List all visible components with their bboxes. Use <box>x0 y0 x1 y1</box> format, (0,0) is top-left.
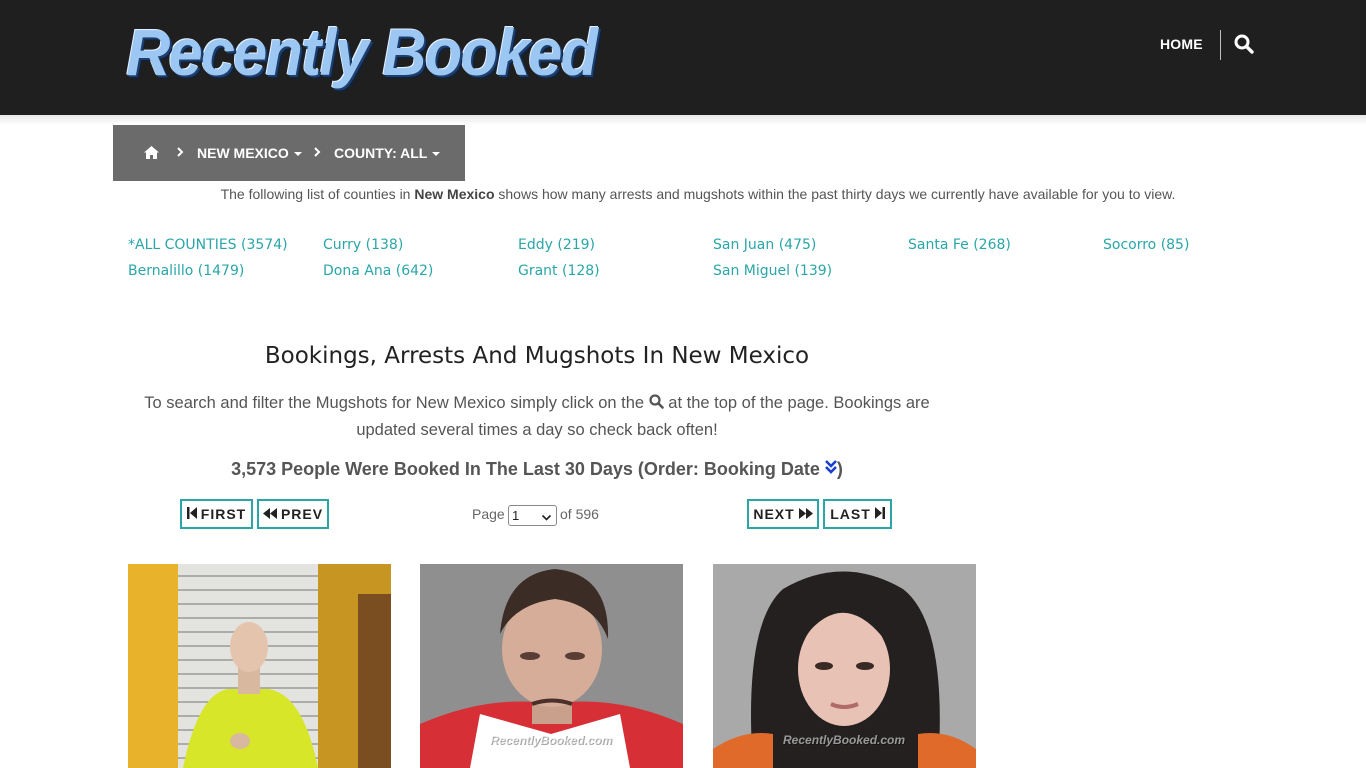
search-instructions: To search and filter the Mugshots for Ne… <box>128 390 946 443</box>
chevron-right-icon <box>313 145 321 162</box>
site-logo[interactable]: Recently Booked <box>126 14 598 90</box>
page-label: Page <box>472 506 505 522</box>
county-link-san-miguel[interactable]: San Miguel (139) <box>713 263 832 279</box>
chevron-down-icon <box>541 509 552 528</box>
watermark: RecentlyBooked.com <box>490 733 613 747</box>
skip-first-icon <box>186 506 197 522</box>
prev-button-label: PREV <box>280 506 324 522</box>
nav-home-link[interactable]: HOME <box>1160 36 1203 52</box>
breadcrumb-county-dropdown[interactable]: COUNTY: ALL <box>334 145 441 161</box>
intro-state: New Mexico <box>414 186 495 202</box>
county-link-socorro[interactable]: Socorro (85) <box>1103 237 1189 253</box>
breadcrumb: NEW MEXICO COUNTY: ALL <box>113 125 465 181</box>
last-page-button[interactable]: LAST <box>823 499 892 529</box>
search-icon <box>649 391 664 417</box>
instructions-before: To search and filter the Mugshots for Ne… <box>144 394 645 412</box>
mugshot-photo[interactable] <box>128 564 391 768</box>
county-link-san-juan[interactable]: San Juan (475) <box>713 237 816 253</box>
page-select-value: 1 <box>512 508 520 523</box>
header-shadow <box>0 115 1366 125</box>
county-link-bernalillo[interactable]: Bernalillo (1479) <box>128 263 244 279</box>
last-button-label: LAST <box>830 506 871 522</box>
double-chevron-down-icon[interactable] <box>825 458 837 479</box>
first-button-label: FIRST <box>200 506 247 522</box>
next-button-label: NEXT <box>753 506 795 522</box>
intro-after: shows how many arrests and mugshots with… <box>494 186 1176 202</box>
breadcrumb-state-dropdown[interactable]: NEW MEXICO <box>197 145 302 161</box>
watermark: RecentlyBooked.com <box>783 733 906 747</box>
prev-page-button[interactable]: PREV <box>257 499 329 529</box>
mugshot-photo[interactable]: RecentlyBooked.com <box>713 564 976 768</box>
intro-before: The following list of counties in <box>220 186 415 202</box>
mugshot-photo[interactable]: RecentlyBooked.com <box>420 564 683 768</box>
chevron-right-icon <box>176 145 184 162</box>
site-header: Recently Booked HOME <box>0 0 1366 115</box>
page-select[interactable]: 1 <box>508 505 557 526</box>
booking-count-text: 3,573 People Were Booked In The Last 30 … <box>231 459 820 479</box>
page-total: of 596 <box>560 506 599 522</box>
search-icon[interactable] <box>1234 34 1254 58</box>
next-page-button[interactable]: NEXT <box>747 499 819 529</box>
caret-down-icon <box>293 152 302 157</box>
fast-forward-icon <box>798 506 813 522</box>
skip-last-icon <box>874 506 885 522</box>
county-intro-text: The following list of counties in New Me… <box>113 186 1283 202</box>
county-link-eddy[interactable]: Eddy (219) <box>518 237 595 253</box>
breadcrumb-county-label: COUNTY: ALL <box>334 145 428 161</box>
home-icon[interactable] <box>143 145 160 163</box>
first-page-button[interactable]: FIRST <box>180 499 253 529</box>
county-link-dona-ana[interactable]: Dona Ana (642) <box>323 263 433 279</box>
county-link-curry[interactable]: Curry (138) <box>323 237 403 253</box>
nav-divider <box>1220 30 1221 60</box>
breadcrumb-state-label: NEW MEXICO <box>197 145 289 161</box>
page-title: Bookings, Arrests And Mugshots In New Me… <box>264 343 810 369</box>
booking-count: 3,573 People Were Booked In The Last 30 … <box>128 458 946 480</box>
caret-down-icon <box>432 152 441 157</box>
county-link-all[interactable]: *ALL COUNTIES (3574) <box>128 237 288 253</box>
county-link-santa-fe[interactable]: Santa Fe (268) <box>908 237 1011 253</box>
rewind-icon <box>262 506 277 522</box>
booking-count-close: ) <box>836 459 843 479</box>
county-link-grant[interactable]: Grant (128) <box>518 263 600 279</box>
